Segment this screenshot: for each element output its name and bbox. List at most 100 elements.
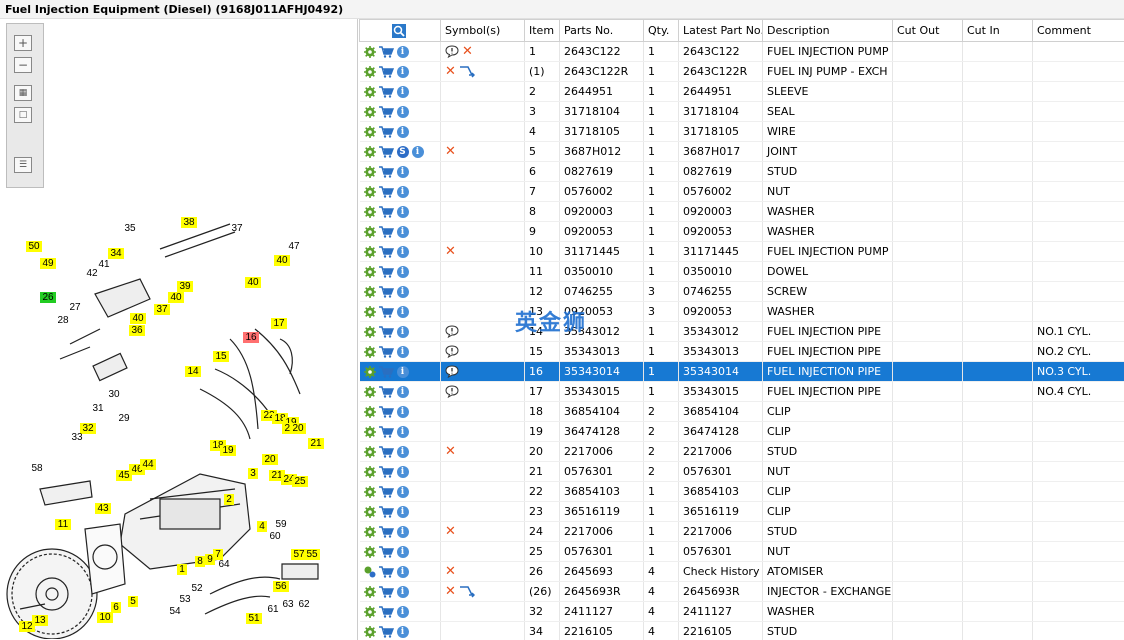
comment-icon[interactable] [445,45,459,58]
table-row[interactable]: i ✕ (26) 2645693R 4 2645693R INJECTOR - EXCHAN… [359,581,1124,602]
gear-icon[interactable] [363,466,376,478]
callout-8[interactable]: 8 [195,556,205,567]
info-icon[interactable]: i [396,466,409,478]
callout-21[interactable]: 21 [308,438,324,449]
callout-37[interactable]: 37 [154,304,170,315]
info-icon[interactable]: i [396,326,409,338]
table-row[interactable]: i 23 36516119 1 36516119 CLIP [359,501,1124,522]
callout-6[interactable]: 6 [111,602,121,613]
callout-61[interactable]: 61 [267,604,279,615]
info-icon[interactable]: i [396,546,409,558]
info-icon[interactable]: i [396,226,409,238]
header-symbols[interactable]: Symbol(s) [440,19,525,42]
table-row[interactable]: i ✕ 24 2217006 1 2217006 STUD [359,521,1124,542]
cart-icon[interactable] [378,86,394,98]
table-row[interactable]: i 14 35343012 1 35343012 FUEL INJECTION PIPE N… [359,321,1124,342]
callout-14[interactable]: 14 [185,366,201,377]
callout-44[interactable]: 44 [140,459,156,470]
header-comment[interactable]: Comment [1032,19,1124,42]
cart-icon[interactable] [378,566,394,578]
cart-icon[interactable] [378,106,394,118]
callout-54[interactable]: 54 [169,606,181,617]
gear-icon[interactable] [363,46,376,58]
toggle-list-button[interactable]: ☰ [14,157,32,173]
callout-40[interactable]: 40 [130,313,146,324]
gear-icon[interactable] [363,246,376,258]
gear-icon[interactable] [363,426,376,438]
table-row[interactable]: i ✕ 10 31171445 1 31171445 FUEL INJECTION PUMP… [359,241,1124,262]
callout-50[interactable]: 50 [26,241,42,252]
info-icon[interactable]: i [396,426,409,438]
gear-icon[interactable] [363,366,376,378]
cart-icon[interactable] [378,586,394,598]
callout-2[interactable]: 2 [224,494,234,505]
info-icon[interactable]: i [396,506,409,518]
table-row[interactable]: i 3 31718104 1 31718104 SEAL [359,101,1124,122]
not-available-icon[interactable]: ✕ [445,64,456,79]
callout-33[interactable]: 33 [71,432,83,443]
gear-icon[interactable] [363,206,376,218]
gear-icon[interactable] [363,486,376,498]
cart-icon[interactable] [378,226,394,238]
callout-30[interactable]: 30 [108,389,120,400]
info-icon[interactable]: i [411,146,424,158]
callout-42[interactable]: 42 [86,268,98,279]
callout-27[interactable]: 27 [69,302,81,313]
cart-icon[interactable] [378,446,394,458]
callout-3[interactable]: 3 [248,468,258,479]
callout-15[interactable]: 15 [213,351,229,362]
not-available-icon[interactable]: ✕ [445,244,456,259]
table-row[interactable]: i 22 36854103 1 36854103 CLIP [359,481,1124,502]
info-icon[interactable]: i [396,386,409,398]
callout-64[interactable]: 64 [218,559,230,570]
cart-icon[interactable] [378,66,394,78]
info-icon[interactable]: i [396,606,409,618]
callout-51[interactable]: 51 [246,613,262,624]
table-row[interactable]: i 13 0920053 3 0920053 WASHER [359,301,1124,322]
table-row[interactable]: i 9 0920053 1 0920053 WASHER [359,221,1124,242]
callout-59[interactable]: 59 [275,519,287,530]
callout-20[interactable]: 20 [290,423,306,434]
cart-icon[interactable] [378,546,394,558]
multi-gear-icon[interactable] [364,566,376,578]
header-qty[interactable]: Qty. [643,19,679,42]
cart-icon[interactable] [378,406,394,418]
cart-icon[interactable] [378,146,394,158]
table-row[interactable]: i 6 0827619 1 0827619 STUD [359,161,1124,182]
table-row[interactable]: i 15 35343013 1 35343013 FUEL INJECTION PIPE N… [359,341,1124,362]
gear-icon[interactable] [363,186,376,198]
callout-37[interactable]: 37 [231,223,243,234]
cart-icon[interactable] [378,526,394,538]
cart-icon[interactable] [378,286,394,298]
fit-window-button[interactable]: □ [14,107,32,123]
callout-56[interactable]: 56 [273,581,289,592]
info-icon[interactable]: i [396,46,409,58]
zoom-out-button[interactable]: − [14,57,32,73]
info-icon[interactable]: i [396,586,409,598]
callout-38[interactable]: 38 [181,217,197,228]
info-icon[interactable]: i [396,286,409,298]
header-cut-out[interactable]: Cut Out [892,19,963,42]
callout-36[interactable]: 36 [129,325,145,336]
header-actions[interactable] [359,19,441,42]
gear-icon[interactable] [363,626,376,638]
info-icon[interactable]: i [396,526,409,538]
callout-39[interactable]: 39 [177,281,193,292]
callout-4[interactable]: 4 [257,521,267,532]
info-icon[interactable]: i [396,186,409,198]
table-row[interactable]: i 2 2644951 1 2644951 SLEEVE [359,81,1124,102]
info-icon[interactable]: i [396,266,409,278]
table-row[interactable]: i 12 0746255 3 0746255 SCREW [359,281,1124,302]
cart-icon[interactable] [378,506,394,518]
callout-31[interactable]: 31 [92,403,104,414]
table-row[interactable]: i 25 0576301 1 0576301 NUT [359,541,1124,562]
callout-35[interactable]: 35 [124,223,136,234]
gear-icon[interactable] [363,506,376,518]
zoom-in-button[interactable]: + [14,35,32,51]
cart-icon[interactable] [378,486,394,498]
cart-icon[interactable] [378,186,394,198]
table-row[interactable]: Si ✕ 5 3687H012 1 3687H017 JOINT [359,141,1124,162]
table-row[interactable]: i 21 0576301 2 0576301 NUT [359,461,1124,482]
gear-icon[interactable] [363,346,376,358]
header-latest-part-no[interactable]: Latest Part No. [678,19,763,42]
